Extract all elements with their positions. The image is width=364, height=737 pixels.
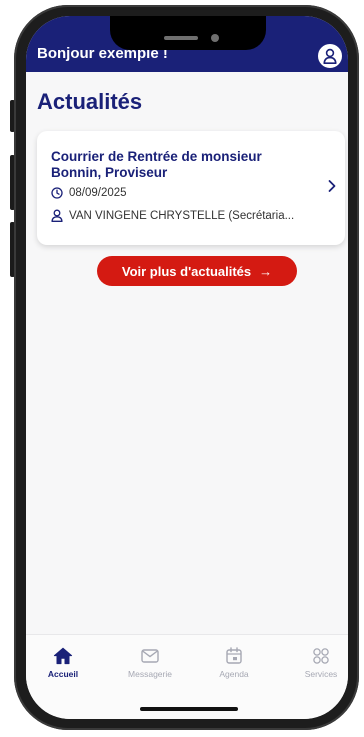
person-icon xyxy=(51,209,63,222)
news-author-row: VAN VINGENE CHRYSTELLE (Secrétaria... xyxy=(51,209,306,222)
chevron-right-icon[interactable] xyxy=(327,179,337,193)
tab-services[interactable]: Services xyxy=(291,647,348,679)
tab-messagerie[interactable]: Messagerie xyxy=(120,647,180,679)
news-date: 08/09/2025 xyxy=(69,187,127,199)
envelope-icon xyxy=(141,649,159,663)
arrow-right-icon: → xyxy=(259,263,273,279)
speaker-grille xyxy=(164,36,198,40)
app-screen: Bonjour exemple ! Actualités Courrier de… xyxy=(26,16,348,719)
page-title: Actualités xyxy=(37,89,143,114)
home-icon xyxy=(53,647,73,665)
news-card[interactable]: Courrier de Rentrée de monsieur Bonnin, … xyxy=(37,131,345,245)
calendar-icon xyxy=(226,647,242,664)
bottom-tab-bar: Accueil Messagerie Agenda Services xyxy=(26,634,348,719)
news-author: VAN VINGENE CHRYSTELLE (Secrétaria... xyxy=(69,209,295,222)
tab-label-accueil: Accueil xyxy=(47,669,79,679)
news-date-row: 08/09/2025 xyxy=(51,187,127,199)
clock-icon xyxy=(51,187,63,199)
user-icon xyxy=(323,48,337,64)
tab-label-agenda: Agenda xyxy=(219,669,249,679)
home-indicator[interactable] xyxy=(140,707,238,711)
phone-notch xyxy=(110,16,266,50)
tab-accueil[interactable]: Accueil xyxy=(33,647,93,679)
tab-label-messagerie: Messagerie xyxy=(128,669,172,679)
more-news-button[interactable]: Voir plus d'actualités → xyxy=(97,256,297,286)
more-news-label: Voir plus d'actualités xyxy=(121,263,252,279)
news-title: Courrier de Rentrée de monsieur Bonnin, … xyxy=(51,149,262,180)
profile-button[interactable] xyxy=(316,42,344,70)
tab-label-services: Services xyxy=(304,669,338,679)
grid-icon xyxy=(313,648,329,664)
tab-agenda[interactable]: Agenda xyxy=(204,647,264,679)
front-camera xyxy=(211,34,219,42)
